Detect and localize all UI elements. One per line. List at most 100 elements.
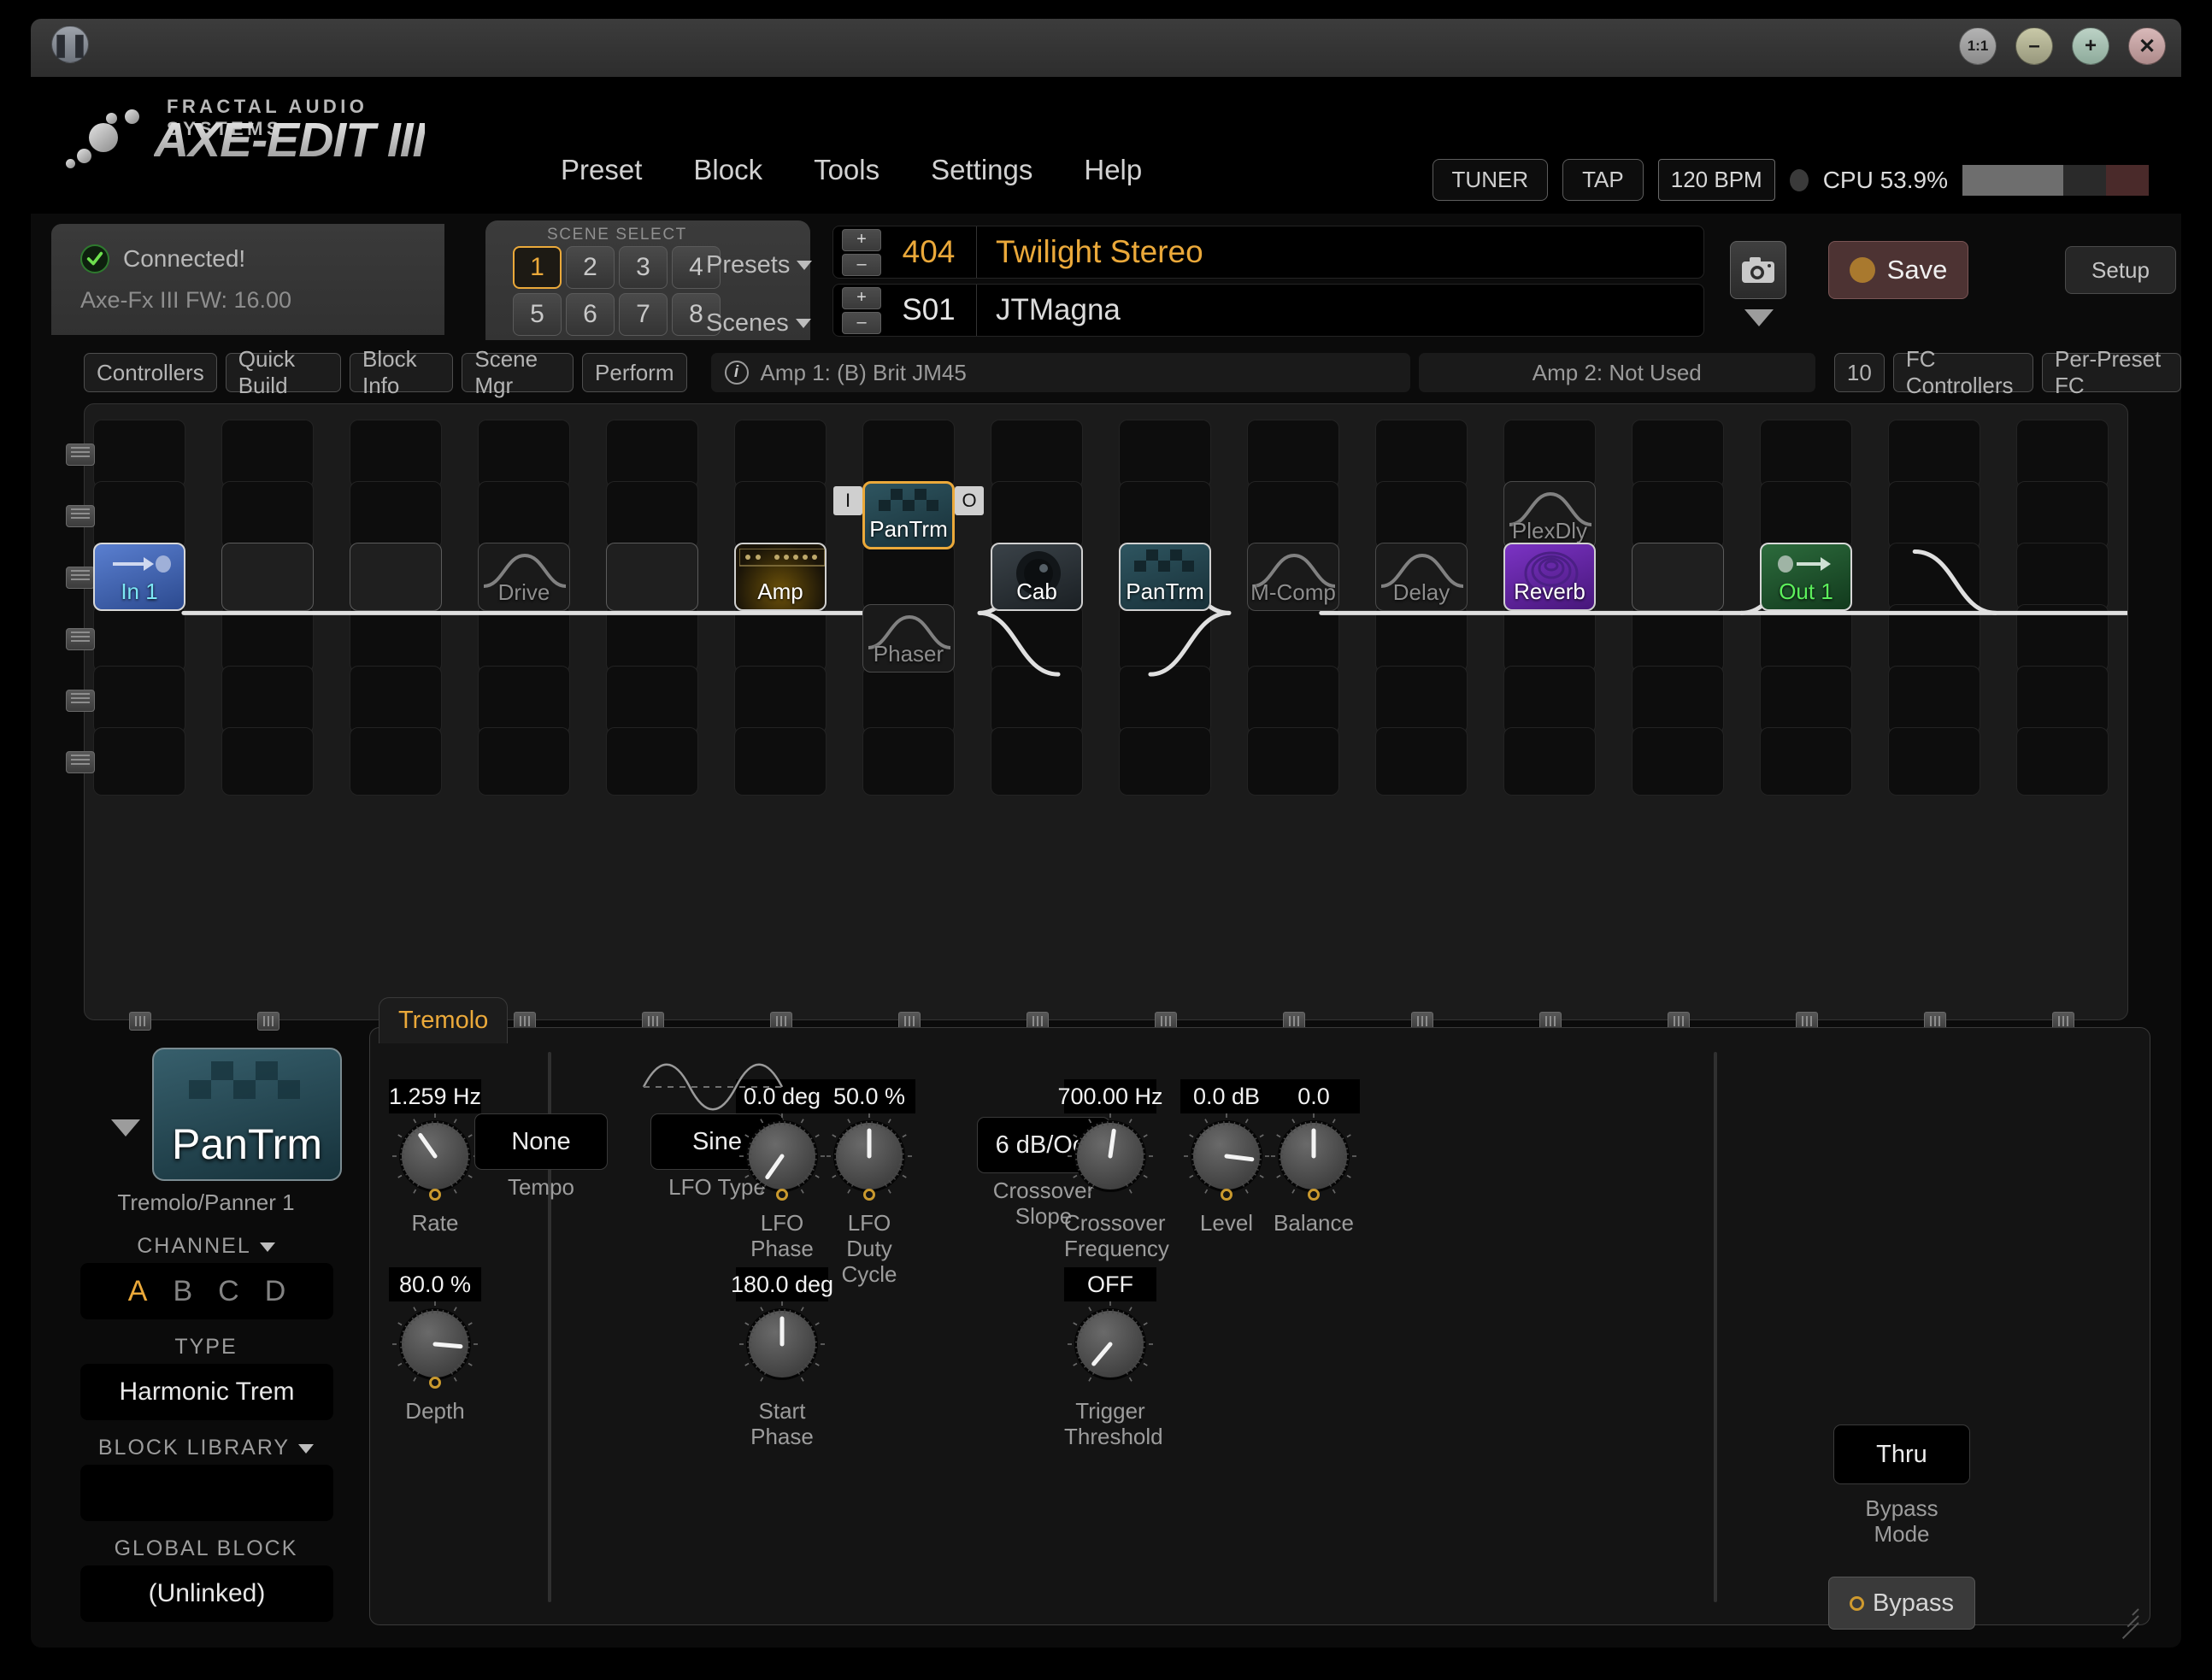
grid-block-pantrm[interactable]: PanTrm (1119, 543, 1211, 611)
grid-cell[interactable] (1375, 420, 1468, 488)
block-library-select[interactable] (80, 1465, 333, 1521)
block-collapse-caret-icon[interactable] (111, 1119, 140, 1137)
menu-help[interactable]: Help (1084, 154, 1142, 186)
param-trigger-threshold-knob[interactable] (1064, 1301, 1156, 1394)
grid-cell[interactable] (93, 420, 185, 488)
grid-block-phaser[interactable]: Phaser (862, 604, 955, 673)
grid-cell[interactable] (991, 481, 1083, 549)
grid-cell[interactable] (1888, 481, 1980, 549)
maximize-icon[interactable]: + (2072, 27, 2109, 65)
channel-a[interactable]: A (128, 1275, 148, 1308)
grid-cell[interactable] (1888, 604, 1980, 673)
preset-decrement-button[interactable]: – (842, 253, 881, 276)
grid-cell[interactable] (93, 727, 185, 796)
grid-block-pantrm[interactable]: PanTrm (862, 481, 955, 549)
grid-cell[interactable] (991, 604, 1083, 673)
grid-cell[interactable] (2016, 481, 2109, 549)
grid-cell[interactable] (2016, 727, 2109, 796)
grid-cell[interactable] (991, 666, 1083, 734)
global-block-select[interactable]: (Unlinked) (80, 1565, 333, 1622)
grid-cell[interactable] (221, 727, 314, 796)
grid-block-shunt[interactable] (1632, 543, 1724, 611)
grid-cell[interactable] (93, 481, 185, 549)
grid-block-shunt[interactable] (606, 543, 698, 611)
per-preset-fc-button[interactable]: Per-Preset FC (2041, 346, 2181, 398)
grid-cell[interactable] (1375, 604, 1468, 673)
grid-cell[interactable] (221, 420, 314, 488)
block-input-tag[interactable]: I (833, 486, 862, 515)
grid-block-m-comp[interactable]: M-Comp (1247, 543, 1339, 611)
grid-cell[interactable] (862, 543, 955, 611)
block-info-button[interactable]: Block Info (349, 346, 454, 398)
grid-cell[interactable] (93, 604, 185, 673)
grid-cell[interactable] (478, 727, 570, 796)
grid-cell[interactable] (1247, 604, 1339, 673)
pause-icon[interactable]: ❚❚ (51, 26, 89, 63)
current-block-tile[interactable]: PanTrm (152, 1048, 342, 1181)
grid-cell[interactable] (606, 481, 698, 549)
quick-build-button[interactable]: Quick Build (225, 346, 341, 398)
bypass-mode-select[interactable]: Thru (1833, 1424, 1970, 1484)
grid-cell[interactable] (1888, 727, 1980, 796)
grid-cell[interactable] (606, 604, 698, 673)
scenes-dropdown[interactable]: Scenes (706, 297, 812, 349)
grid-cell[interactable] (350, 420, 442, 488)
scene-button-1[interactable]: 1 (513, 246, 562, 289)
channel-selector[interactable]: A B C D (80, 1263, 333, 1319)
grid-cell[interactable] (1119, 481, 1211, 549)
scene-button-5[interactable]: 5 (513, 293, 562, 336)
presets-dropdown[interactable]: Presets (706, 239, 813, 291)
channel-c[interactable]: C (218, 1275, 239, 1308)
grid-cell[interactable] (606, 727, 698, 796)
grid-cell[interactable] (350, 481, 442, 549)
info-icon[interactable]: i (724, 361, 749, 385)
param-balance-knob[interactable] (1268, 1113, 1360, 1206)
grid-cell[interactable] (2016, 604, 2109, 673)
preset-increment-button[interactable]: + (842, 228, 881, 251)
param-lfo-duty-knob[interactable] (823, 1113, 915, 1206)
param-rate-knob[interactable] (389, 1113, 481, 1206)
grid-block-delay[interactable]: Delay (1375, 543, 1468, 611)
grid-row-handle[interactable] (66, 751, 95, 773)
grid-cell[interactable] (734, 666, 827, 734)
grid-cell[interactable] (1119, 666, 1211, 734)
grid-cell[interactable] (606, 666, 698, 734)
grid-block-plexdly[interactable]: PlexDly (1503, 481, 1596, 549)
grid-cell[interactable] (1632, 420, 1724, 488)
bypass-button[interactable]: Bypass (1828, 1577, 1975, 1630)
grid-cell[interactable] (1632, 604, 1724, 673)
close-icon[interactable]: ✕ (2128, 27, 2166, 65)
grid-cell[interactable] (862, 666, 955, 734)
channel-section-label[interactable]: CHANNEL (62, 1234, 350, 1259)
menu-block[interactable]: Block (693, 154, 762, 186)
grid-row-handle[interactable] (66, 567, 95, 589)
grid-cell[interactable] (1632, 727, 1724, 796)
grid-cell[interactable] (1375, 481, 1468, 549)
grid-cell[interactable] (606, 420, 698, 488)
ratio-1-1-icon[interactable]: 1:1 (1959, 27, 1997, 65)
grid-cell[interactable] (1503, 666, 1596, 734)
grid-cell[interactable] (2016, 543, 2109, 611)
grid-cell[interactable] (478, 420, 570, 488)
resize-grip[interactable] (2113, 1601, 2139, 1640)
grid-cell[interactable] (734, 604, 827, 673)
scene-button-7[interactable]: 7 (619, 293, 668, 336)
param-start-phase-knob[interactable] (736, 1301, 828, 1394)
grid-cell[interactable] (1119, 420, 1211, 488)
grid-block-amp[interactable]: Amp (734, 543, 827, 611)
grid-block-shunt[interactable] (221, 543, 314, 611)
preset-display[interactable]: + – 404 Twilight Stereo (832, 226, 1704, 279)
grid-cell[interactable] (2016, 420, 2109, 488)
signal-chain-grid[interactable]: PanTrm PlexDly In 1 Drive Amp Cab PanTrm M-Comp… (66, 403, 2128, 1031)
grid-cell[interactable] (1632, 481, 1724, 549)
grid-cell[interactable] (862, 727, 955, 796)
channel-d[interactable]: D (265, 1275, 286, 1308)
grid-cell[interactable] (478, 604, 570, 673)
grid-cell[interactable] (2016, 666, 2109, 734)
grid-cell[interactable] (1760, 481, 1852, 549)
grid-row-handle[interactable] (66, 443, 95, 466)
grid-cell[interactable] (991, 727, 1083, 796)
grid-block-drive[interactable]: Drive (478, 543, 570, 611)
param-level-knob[interactable] (1180, 1113, 1273, 1206)
grid-cell[interactable] (221, 604, 314, 673)
